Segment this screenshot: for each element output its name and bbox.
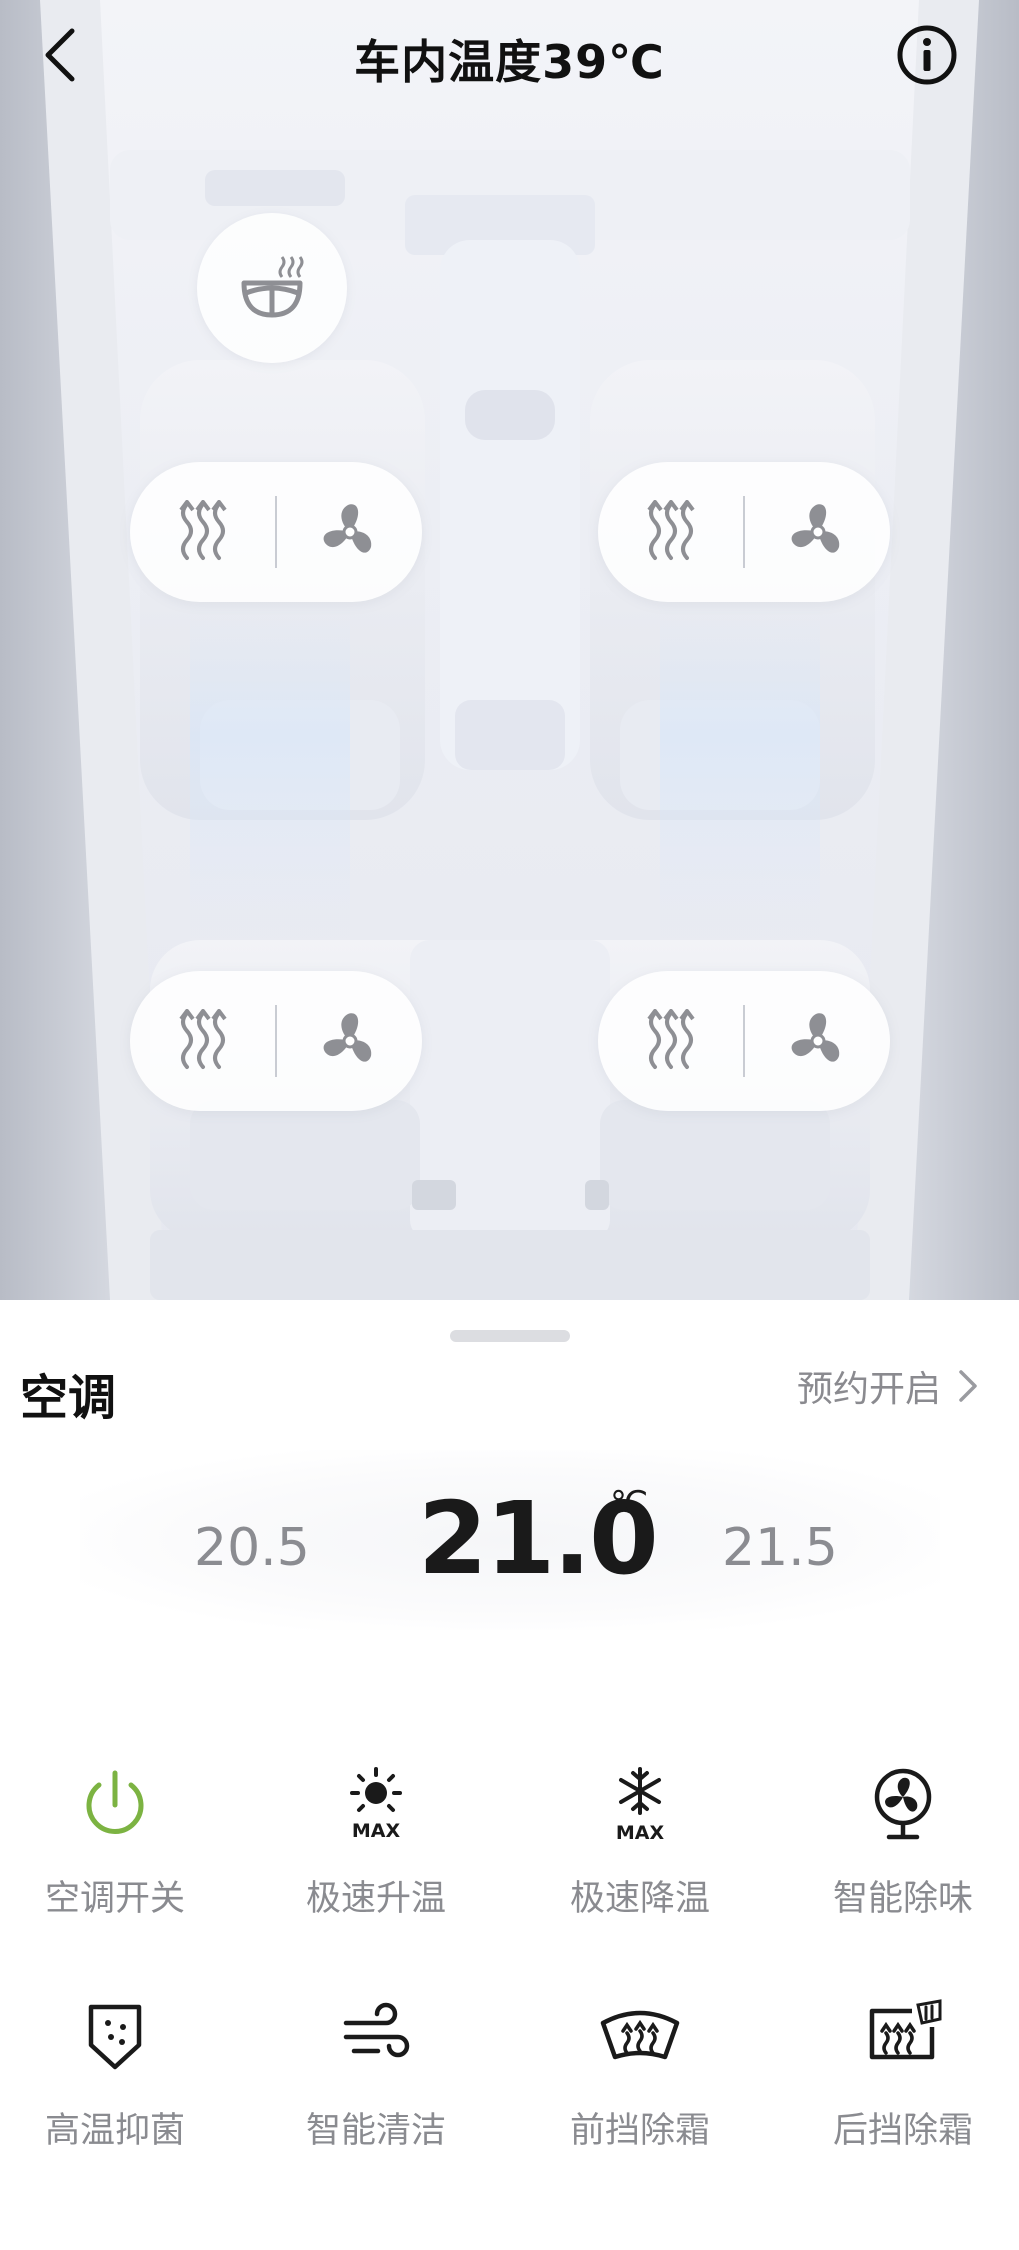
- seat-heat-button[interactable]: [130, 462, 275, 602]
- temperature-lower-option[interactable]: 20.5: [194, 1518, 310, 1578]
- schedule-label: 预约开启: [796, 1369, 941, 1410]
- steering-wheel-heat-icon: [241, 256, 304, 318]
- sun-max-icon: MAX: [331, 1760, 421, 1850]
- rapid-cool-button[interactable]: MAX 极速降温: [520, 1760, 760, 1940]
- fan-icon: [858, 1760, 948, 1850]
- wind-icon: [331, 1992, 421, 2082]
- shield-icon: [70, 1992, 160, 2082]
- seat-vent-button[interactable]: [745, 971, 890, 1111]
- snowflake-max-icon: MAX: [595, 1760, 685, 1850]
- seat-vent-button[interactable]: [277, 462, 422, 602]
- page-title: 车内温度39℃: [354, 35, 665, 89]
- svg-text:MAX: MAX: [352, 1820, 401, 1842]
- smart-deodorize-button[interactable]: 智能除味: [783, 1760, 1019, 1940]
- temperature-picker[interactable]: 20.5 21.0 ℃ 21.5: [80, 1450, 940, 1630]
- power-icon: [70, 1760, 160, 1850]
- seat-vent-icon: [323, 504, 371, 553]
- function-label: 极速降温: [569, 1879, 710, 1919]
- climate-panel: 空调 预约开启 20.5 21.0 ℃ 21.5 空调开关 MAX 极速升温 M…: [0, 1300, 1019, 2250]
- seat-vent-button[interactable]: [277, 971, 422, 1111]
- panel-drag-handle[interactable]: [450, 1330, 570, 1342]
- cabin-view: 车内温度39℃: [0, 0, 1019, 1300]
- seat-heat-icon: [178, 500, 227, 560]
- temperature-upper-option[interactable]: 21.5: [722, 1518, 838, 1578]
- function-label: 智能除味: [832, 1879, 973, 1919]
- seat-heat-button[interactable]: [130, 971, 275, 1111]
- seat-control-rear-right: [598, 971, 890, 1111]
- seat-control-front-left: [130, 462, 422, 602]
- chevron-right-icon: [957, 1368, 979, 1404]
- rear-defrost-button[interactable]: 后挡除霜: [783, 1992, 1019, 2172]
- seat-vent-icon: [323, 1013, 371, 1062]
- rear-defrost-icon: [858, 1992, 948, 2082]
- seat-vent-icon: [791, 1013, 839, 1062]
- front-defrost-button[interactable]: 前挡除霜: [520, 1992, 760, 2172]
- steering-wheel-heat-button[interactable]: [197, 213, 347, 363]
- function-label: 高温抑菌: [44, 2111, 185, 2151]
- function-label: 极速升温: [305, 1879, 446, 1919]
- seat-vent-icon: [791, 504, 839, 553]
- schedule-start-link[interactable]: 预约开启: [797, 1360, 979, 1412]
- seat-heat-icon: [646, 500, 695, 560]
- function-label: 前挡除霜: [569, 2111, 710, 2151]
- high-temp-sterilize-button[interactable]: 高温抑菌: [0, 1992, 235, 2172]
- seat-heat-icon: [178, 1009, 227, 1069]
- seat-vent-button[interactable]: [745, 462, 890, 602]
- ac-power-button[interactable]: 空调开关: [0, 1760, 235, 1940]
- seat-heat-button[interactable]: [598, 462, 743, 602]
- svg-text:MAX: MAX: [616, 1822, 665, 1844]
- function-label: 空调开关: [44, 1879, 185, 1919]
- seat-control-front-right: [598, 462, 890, 602]
- seat-heat-icon: [646, 1009, 695, 1069]
- seat-heat-button[interactable]: [598, 971, 743, 1111]
- info-icon: [897, 25, 957, 85]
- function-label: 后挡除霜: [832, 2111, 973, 2151]
- top-bar: 车内温度39℃: [0, 0, 1019, 110]
- section-title: 空调: [20, 1370, 117, 1426]
- smart-clean-button[interactable]: 智能清洁: [256, 1992, 496, 2172]
- function-label: 智能清洁: [305, 2111, 446, 2151]
- rapid-heat-button[interactable]: MAX 极速升温: [256, 1760, 496, 1940]
- info-button[interactable]: [896, 24, 958, 86]
- seat-control-rear-left: [130, 971, 422, 1111]
- temperature-unit: ℃: [610, 1484, 649, 1524]
- front-defrost-icon: [595, 1992, 685, 2082]
